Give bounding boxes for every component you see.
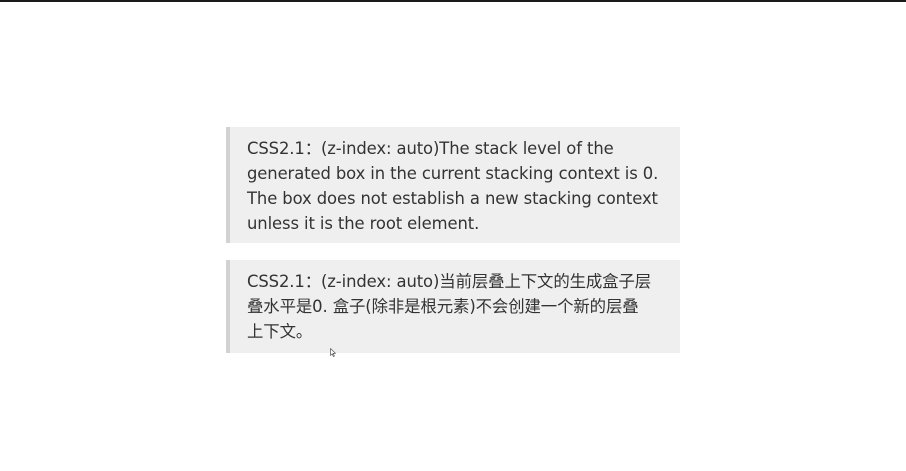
mouse-pointer-icon (330, 348, 336, 357)
blockquote-chinese-text: CSS2.1：(z-index: auto)当前层叠上下文的生成盒子层 叠水平是… (247, 272, 652, 341)
blockquote-english: CSS2.1：(z-index: auto)The stack level of… (226, 127, 680, 243)
top-border (0, 0, 906, 2)
blockquote-chinese: CSS2.1：(z-index: auto)当前层叠上下文的生成盒子层 叠水平是… (226, 260, 680, 353)
blockquote-english-text: CSS2.1：(z-index: auto)The stack level of… (247, 139, 659, 233)
